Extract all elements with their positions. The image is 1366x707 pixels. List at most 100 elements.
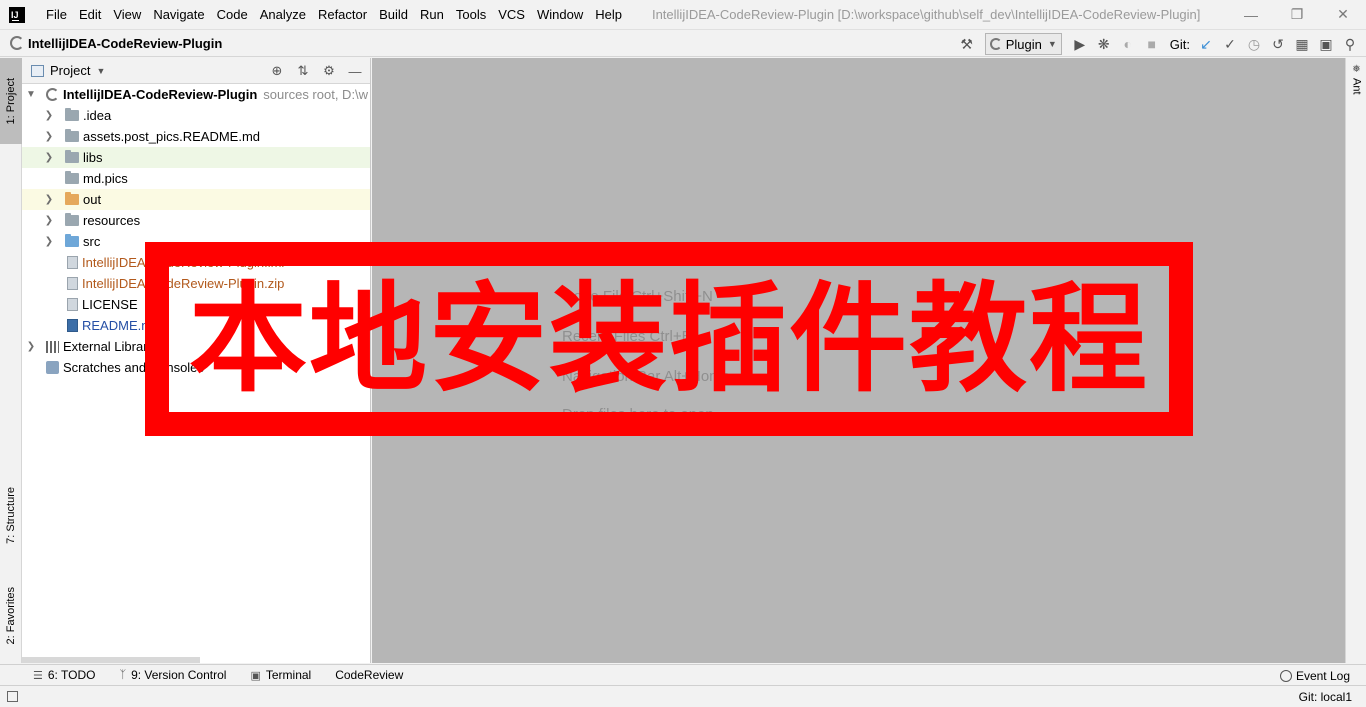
- folder-icon: [65, 129, 79, 142]
- folder-icon: [65, 108, 79, 121]
- collapse-all-icon[interactable]: ⇅: [290, 63, 316, 79]
- git-update-icon[interactable]: ↙: [1194, 32, 1218, 56]
- tree-item-label: md.pics: [83, 171, 128, 186]
- search-everywhere-icon[interactable]: ⚲: [1338, 32, 1362, 56]
- presentation-icon[interactable]: ▣: [1314, 32, 1338, 56]
- git-branch-widget[interactable]: Git: local1: [1299, 690, 1352, 704]
- tree-item-label: assets.post_pics.README.md: [83, 129, 261, 144]
- right-tool-stripe: ❅ Ant: [1345, 58, 1366, 663]
- stop-icon[interactable]: ■: [1140, 32, 1164, 56]
- git-label: Git:: [1169, 36, 1190, 52]
- run-config-selector[interactable]: Plugin ▼: [984, 33, 1062, 55]
- main-toolbar: ⚒ Plugin ▼ ▶ ❋ ◐ ■ Git: ↙ ✓ ◷ ↺ ▦ ▣ ⚲: [955, 30, 1362, 58]
- tree-item-idea[interactable]: ❯ .idea: [22, 105, 370, 126]
- tab-event-log-label: Event Log: [1295, 669, 1350, 683]
- tool-windows-toggle-icon[interactable]: [7, 691, 18, 702]
- breadcrumb[interactable]: IntellijIDEA-CodeReview-Plugin: [28, 36, 222, 51]
- event-log-icon: [1279, 670, 1292, 682]
- tab-version-control-label: 9: Version Control: [131, 668, 227, 682]
- tree-item-label: resources: [83, 213, 141, 228]
- tree-item-label: libs: [83, 150, 103, 165]
- menu-navigate[interactable]: Navigate: [147, 7, 210, 22]
- collapsed-arrow-icon[interactable]: ❯: [44, 236, 54, 247]
- menu-build[interactable]: Build: [373, 7, 414, 22]
- text-file-icon: [67, 298, 78, 311]
- collapsed-arrow-icon[interactable]: ❯: [44, 194, 54, 205]
- excluded-folder-icon: [65, 192, 79, 205]
- tab-favorites[interactable]: 2: Favorites: [0, 573, 22, 659]
- tree-item-out[interactable]: ❯ out: [22, 189, 370, 210]
- close-icon[interactable]: ✕: [1320, 0, 1366, 29]
- locate-icon[interactable]: ⊕: [264, 63, 290, 79]
- gear-icon[interactable]: ⚙: [316, 63, 342, 79]
- tree-item-libs[interactable]: ❯ libs: [22, 147, 370, 168]
- banner-text: 本地安装插件教程: [188, 270, 1149, 408]
- debug-icon[interactable]: ❋: [1092, 32, 1116, 56]
- menu-vcs[interactable]: VCS: [492, 7, 531, 22]
- menu-run[interactable]: Run: [414, 7, 450, 22]
- tree-item-assets[interactable]: ❯ assets.post_pics.README.md: [22, 126, 370, 147]
- collapsed-arrow-icon[interactable]: ❯: [26, 341, 36, 352]
- intellij-logo-icon: IJ: [9, 6, 25, 23]
- tree-item-label: .idea: [83, 108, 112, 123]
- tree-item-resources[interactable]: ❯ resources: [22, 210, 370, 231]
- tab-codereview[interactable]: CodeReview: [335, 668, 403, 682]
- hide-icon[interactable]: —: [342, 64, 368, 79]
- collapsed-arrow-icon[interactable]: ❯: [44, 110, 54, 121]
- project-structure-icon[interactable]: ▦: [1290, 32, 1314, 56]
- project-view-selector[interactable]: Project: [50, 63, 90, 78]
- coverage-icon[interactable]: ◐: [1116, 32, 1140, 56]
- tab-structure[interactable]: 7: Structure: [0, 472, 22, 558]
- menu-file[interactable]: File: [40, 7, 73, 22]
- run-config-label: Plugin: [1005, 36, 1042, 52]
- todo-list-icon: ☰: [33, 669, 43, 682]
- menu-tools[interactable]: Tools: [450, 7, 492, 22]
- run-icon[interactable]: ▶: [1068, 32, 1092, 56]
- expanded-arrow-icon[interactable]: ▼: [26, 89, 36, 100]
- collapsed-arrow-icon[interactable]: ❯: [44, 215, 54, 226]
- tree-item-root[interactable]: ▼ IntellijIDEA-CodeReview-Plugin sources…: [22, 84, 370, 105]
- tab-ant[interactable]: ❅ Ant: [1346, 64, 1366, 95]
- git-commit-icon[interactable]: ✓: [1218, 32, 1242, 56]
- tree-item-md-pics[interactable]: md.pics: [22, 168, 370, 189]
- menu-help[interactable]: Help: [589, 7, 628, 22]
- project-panel-tools: ⊕ ⇅ ⚙ —: [264, 58, 368, 84]
- tab-favorites-label: 2: Favorites: [5, 587, 17, 645]
- collapsed-arrow-icon[interactable]: ❯: [44, 131, 54, 142]
- bottom-tool-bar: ☰ 6: TODO ᛉ 9: Version Control ▣ Termina…: [0, 664, 1366, 686]
- tab-version-control[interactable]: ᛉ 9: Version Control: [119, 668, 226, 682]
- chevron-down-icon[interactable]: ▼: [96, 66, 105, 76]
- restore-icon[interactable]: ❐: [1274, 0, 1320, 29]
- tab-project-label: 1: Project: [5, 77, 17, 125]
- menu-refactor[interactable]: Refactor: [312, 7, 373, 22]
- git-rollback-icon[interactable]: ↺: [1266, 32, 1290, 56]
- build-hammer-icon[interactable]: ⚒: [955, 32, 979, 56]
- main-menu: File Edit View Navigate Code Analyze Ref…: [40, 7, 628, 22]
- menu-edit[interactable]: Edit: [73, 7, 107, 22]
- menu-view[interactable]: View: [107, 7, 147, 22]
- menu-code[interactable]: Code: [211, 7, 254, 22]
- tab-project[interactable]: 1: Project: [0, 58, 22, 144]
- minimize-icon[interactable]: —: [1228, 0, 1274, 29]
- tab-structure-label: 7: Structure: [5, 486, 17, 544]
- menu-analyze[interactable]: Analyze: [254, 7, 312, 22]
- terminal-icon: ▣: [250, 669, 261, 682]
- navigation-bar: IntellijIDEA-CodeReview-Plugin ⚒ Plugin …: [0, 29, 1366, 57]
- library-folder-icon: [65, 150, 79, 163]
- tab-terminal[interactable]: ▣ Terminal: [250, 668, 311, 682]
- tree-item-label: out: [83, 192, 102, 207]
- ant-icon: ❅: [1352, 64, 1361, 75]
- tab-todo[interactable]: ☰ 6: TODO: [33, 668, 95, 682]
- module-icon: [10, 36, 24, 50]
- git-history-icon[interactable]: ◷: [1242, 32, 1266, 56]
- project-view-icon: [31, 64, 44, 77]
- tree-item-label: src: [83, 234, 101, 249]
- plugin-config-icon: [989, 38, 1002, 50]
- window-title: IntellijIDEA-CodeReview-Plugin [D:\works…: [651, 7, 1201, 22]
- horizontal-scrollbar[interactable]: [22, 657, 200, 663]
- tree-item-label: LICENSE: [82, 297, 138, 312]
- collapsed-arrow-icon[interactable]: ❯: [44, 152, 54, 163]
- tab-event-log[interactable]: Event Log: [1279, 665, 1350, 687]
- menu-window[interactable]: Window: [531, 7, 589, 22]
- iml-file-icon: [67, 256, 78, 269]
